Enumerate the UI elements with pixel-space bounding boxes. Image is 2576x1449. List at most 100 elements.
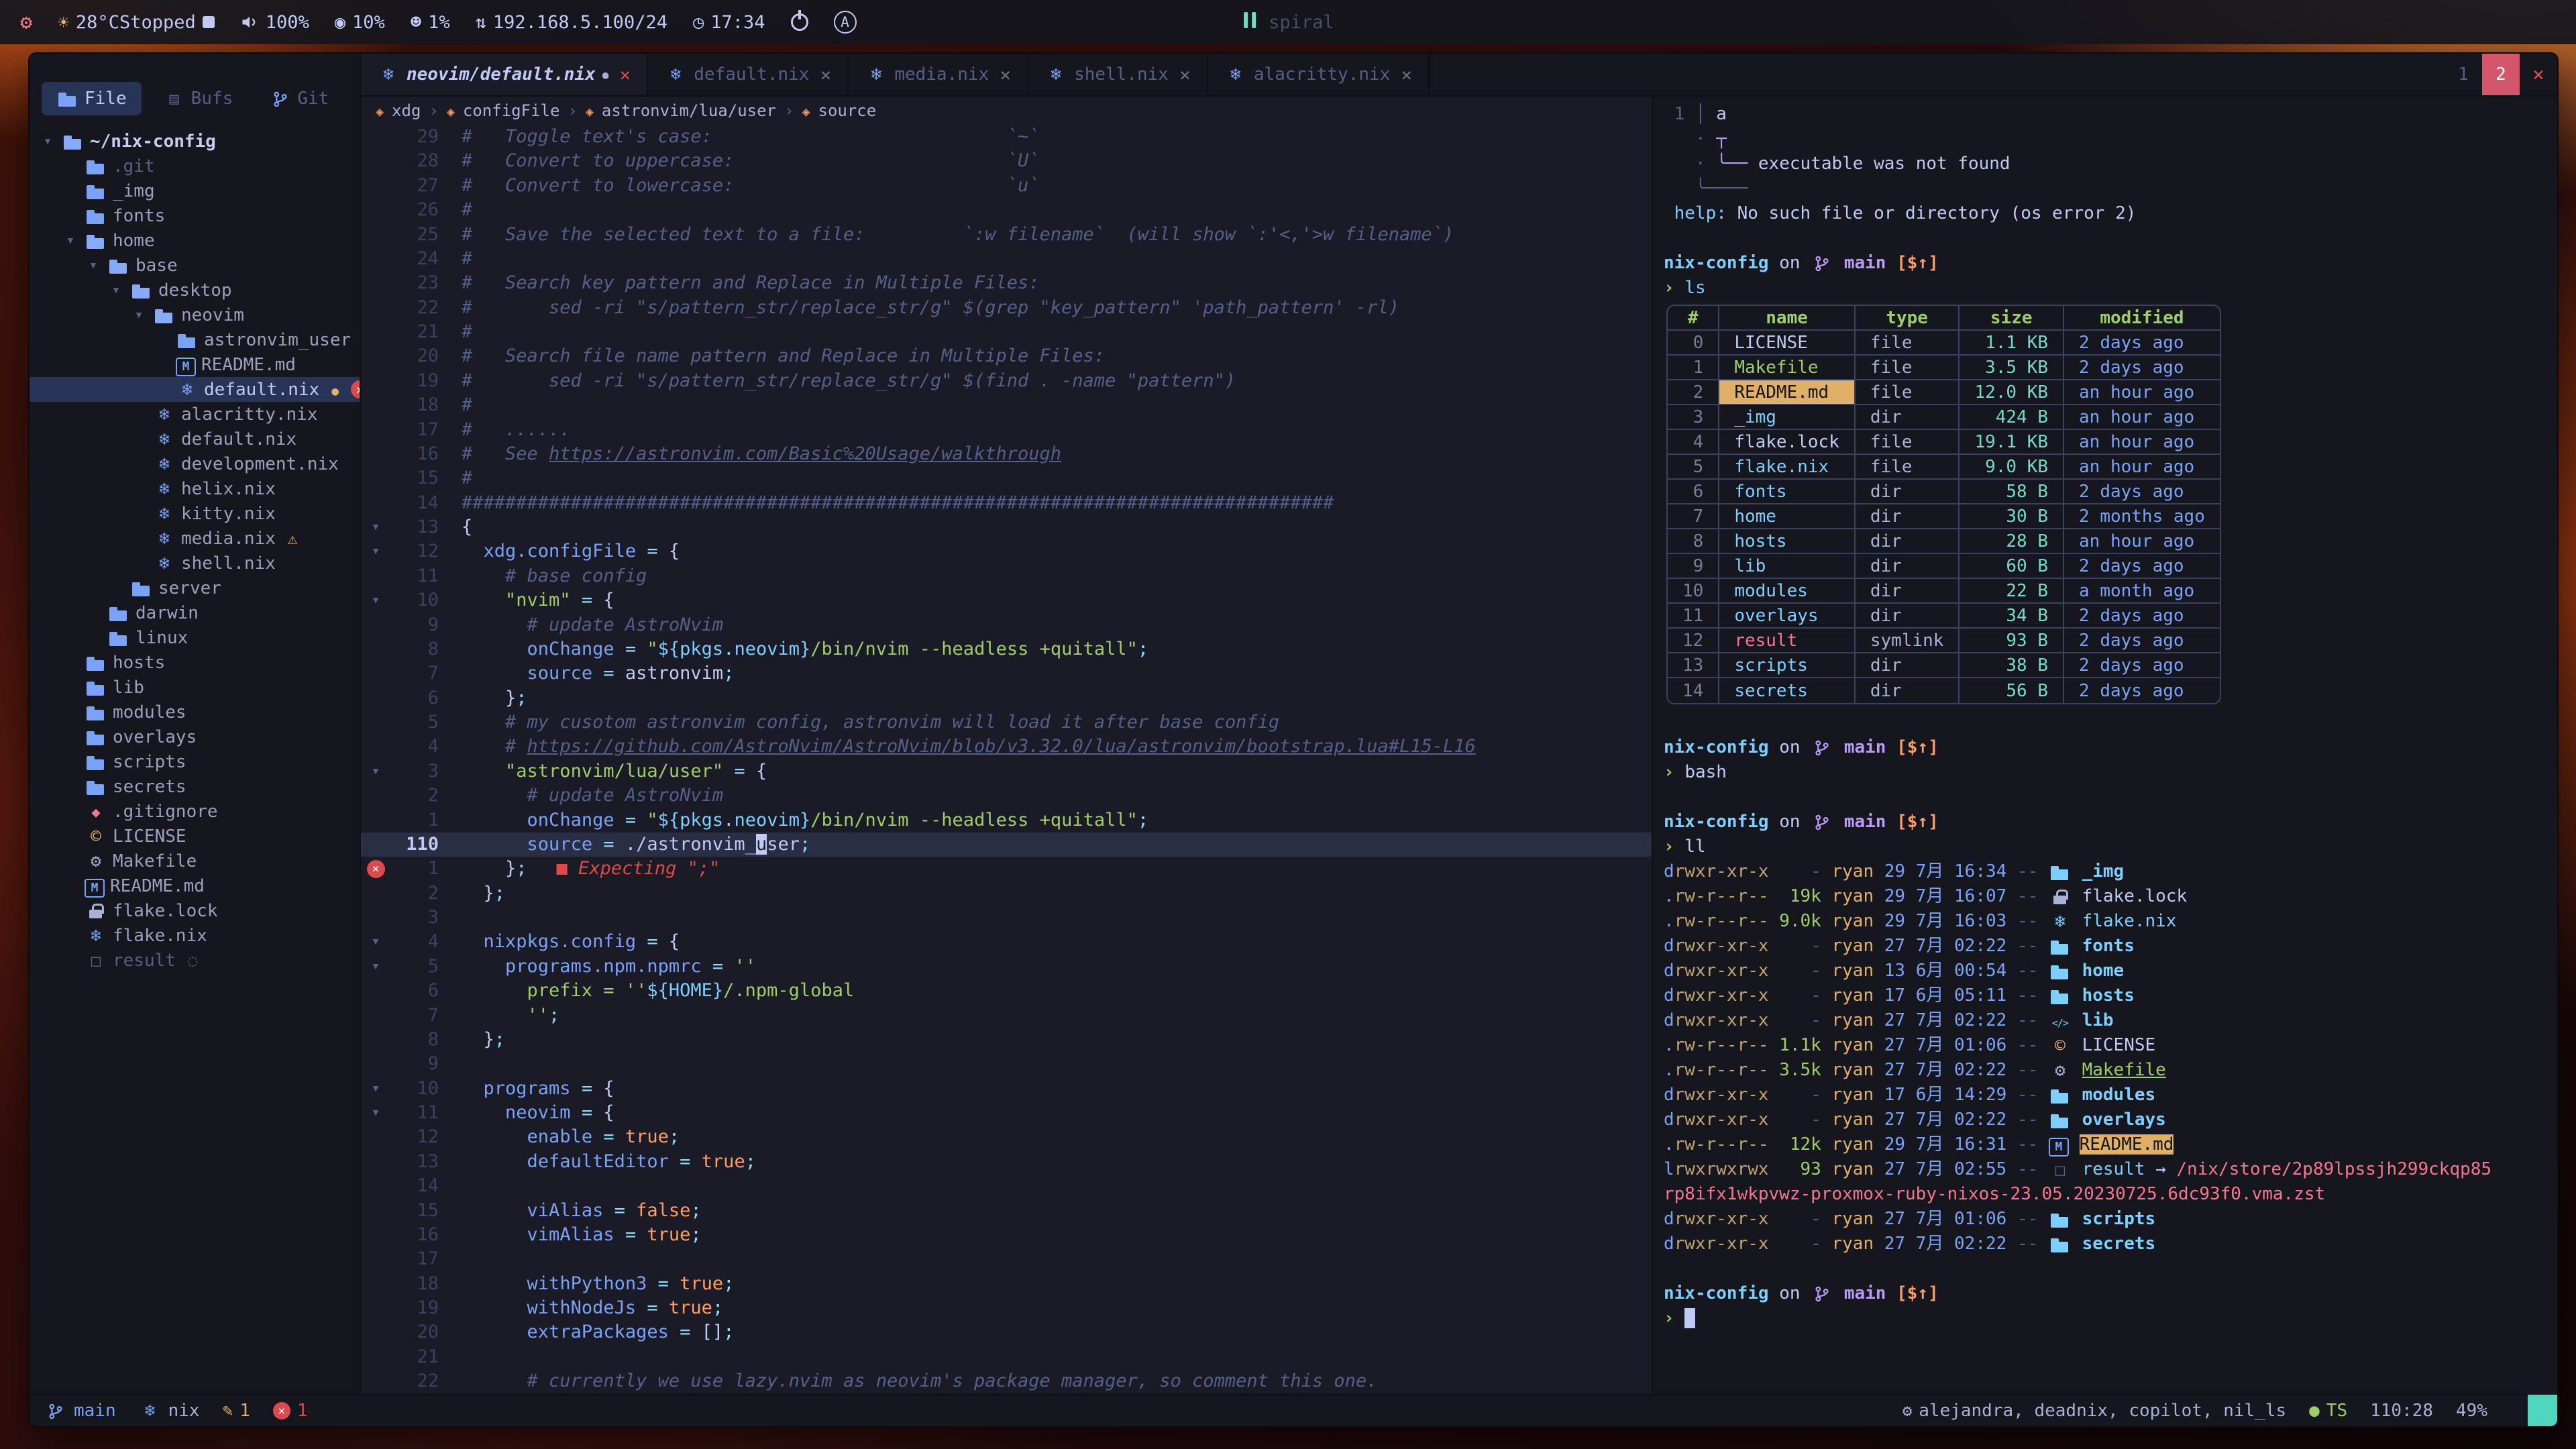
tree-item[interactable]: Makefile bbox=[30, 849, 360, 873]
tree-item[interactable]: lib bbox=[30, 675, 360, 700]
editor-line[interactable]: 18 withPython3 = true; bbox=[361, 1272, 1652, 1296]
editor-line[interactable]: 7 source = astronvim; bbox=[361, 661, 1652, 686]
network-widget[interactable]: ⇅ 192.168.5.100/24 bbox=[476, 12, 667, 33]
media-widget[interactable]: spiral bbox=[1242, 12, 1334, 33]
editor-line[interactable]: 13 defaultEditor = true; bbox=[361, 1150, 1652, 1174]
editor-line[interactable]: 10 "nvim" = { bbox=[361, 588, 1652, 612]
tree-item[interactable]: secrets bbox=[30, 774, 360, 799]
editor-line[interactable]: 22 # currently we use lazy.nvim as neovi… bbox=[361, 1369, 1652, 1393]
editor-line[interactable]: 5 # my cusotom astronvim config, astronv… bbox=[361, 710, 1652, 735]
close-icon[interactable] bbox=[2520, 54, 2557, 95]
editor-tab[interactable]: shell.nix bbox=[1028, 54, 1208, 95]
editor-line[interactable]: 4 # https://github.com/AstroNvim/AstroNv… bbox=[361, 735, 1652, 759]
usage-widget[interactable]: ☻ 1% bbox=[411, 12, 450, 33]
tree-item[interactable]: media.nix bbox=[30, 526, 360, 551]
tree-item[interactable]: .git bbox=[30, 154, 360, 178]
editor-line[interactable]: 10 programs = { bbox=[361, 1077, 1652, 1101]
editor-line[interactable]: 28# Convert to uppercase: `U` bbox=[361, 149, 1652, 173]
tree-item[interactable]: _img bbox=[30, 178, 360, 203]
tree-item[interactable]: helix.nix bbox=[30, 476, 360, 501]
tree-item[interactable]: ▾desktop bbox=[30, 278, 360, 303]
editor-line[interactable]: 23# Search key pattern and Replace in Mu… bbox=[361, 271, 1652, 295]
recording-status[interactable]: Stopped bbox=[119, 12, 215, 33]
tree-item[interactable]: README.md bbox=[30, 352, 360, 377]
power-icon[interactable] bbox=[791, 13, 808, 31]
close-icon[interactable] bbox=[1000, 64, 1011, 86]
tree-item[interactable]: ▾~/nix-config bbox=[30, 129, 360, 154]
editor-line[interactable]: 14 bbox=[361, 1174, 1652, 1198]
editor-line[interactable]: 8 onChange = "${pkgs.neovim}/bin/nvim --… bbox=[361, 637, 1652, 661]
editor-line[interactable]: 25# Save the selected text to a file: `:… bbox=[361, 223, 1652, 247]
editor-line[interactable]: 3 "astronvim/lua/user" = { bbox=[361, 759, 1652, 784]
editor-line[interactable]: 7 ''; bbox=[361, 1004, 1652, 1028]
sidebar-tab-file[interactable]: File bbox=[42, 82, 142, 115]
editor-line[interactable]: 11 # base config bbox=[361, 564, 1652, 588]
editor-line[interactable]: 26# bbox=[361, 198, 1652, 222]
tree-item[interactable]: ▾base bbox=[30, 253, 360, 278]
editor-line[interactable]: 21# bbox=[361, 320, 1652, 344]
editor-line[interactable]: 1 onChange = "${pkgs.neovim}/bin/nvim --… bbox=[361, 808, 1652, 833]
tree-item[interactable]: default.nix bbox=[30, 427, 360, 451]
editor-line[interactable]: 17# ...... bbox=[361, 418, 1652, 442]
editor-line[interactable]: 15# bbox=[361, 466, 1652, 490]
editor-line[interactable]: 14######################################… bbox=[361, 491, 1652, 515]
tree-item[interactable]: LICENSE bbox=[30, 824, 360, 849]
tree-item[interactable]: astronvim_user bbox=[30, 327, 360, 352]
keyboard-layout-indicator[interactable]: A bbox=[834, 11, 857, 34]
close-icon[interactable] bbox=[820, 64, 831, 86]
terminal-panel[interactable]: 1 │ a · ┬ · ╰── executable was not found… bbox=[1652, 97, 2557, 1394]
editor-line[interactable]: 18# bbox=[361, 393, 1652, 417]
editor-line[interactable]: 20# Search file name pattern and Replace… bbox=[361, 344, 1652, 368]
tree-item[interactable]: result bbox=[30, 948, 360, 973]
code-editor[interactable]: 29# Toggle text's case: `~`28# Convert t… bbox=[361, 125, 1652, 1394]
editor-line[interactable]: 17 bbox=[361, 1247, 1652, 1271]
editor-line[interactable]: 20 extraPackages = []; bbox=[361, 1320, 1652, 1344]
tree-item[interactable]: ▾home bbox=[30, 228, 360, 253]
editor-line[interactable]: 19# sed -ri "s/pattern_str/replace_str/g… bbox=[361, 369, 1652, 393]
editor-line[interactable]: 11 neovim = { bbox=[361, 1101, 1652, 1125]
editor-line[interactable]: 9 bbox=[361, 1052, 1652, 1076]
editor-line[interactable]: 19 withNodeJs = true; bbox=[361, 1296, 1652, 1320]
editor-line[interactable]: 21 bbox=[361, 1345, 1652, 1369]
breadcrumb-item[interactable]: xdg bbox=[392, 101, 421, 120]
editor-line[interactable]: 4 nixpkgs.config = { bbox=[361, 930, 1652, 954]
editor-line[interactable]: 29# Toggle text's case: `~` bbox=[361, 125, 1652, 149]
tree-item[interactable]: linux bbox=[30, 625, 360, 650]
clock-widget[interactable]: ◷ 17:34 bbox=[693, 12, 765, 33]
tree-item[interactable]: README.md bbox=[30, 873, 360, 898]
editor-line[interactable]: 2 }; bbox=[361, 881, 1652, 906]
sidebar-tab-bufs[interactable]: Bufs bbox=[148, 82, 248, 115]
editor-tab[interactable]: alacritty.nix bbox=[1208, 54, 1430, 95]
close-icon[interactable] bbox=[619, 64, 631, 86]
weather-widget[interactable]: ☀ 28°C bbox=[58, 11, 119, 34]
tree-item[interactable]: server bbox=[30, 576, 360, 600]
tree-item[interactable]: alacritty.nix bbox=[30, 402, 360, 427]
editor-line[interactable]: 15 viAlias = false; bbox=[361, 1199, 1652, 1223]
editor-line[interactable]: 6 }; bbox=[361, 686, 1652, 710]
editor-line[interactable]: 5 programs.npm.npmrc = '' bbox=[361, 955, 1652, 979]
tree-item[interactable]: shell.nix bbox=[30, 551, 360, 576]
tree-item[interactable]: hosts bbox=[30, 650, 360, 675]
editor-tab[interactable]: media.nix bbox=[849, 54, 1028, 95]
tree-item[interactable]: ▾neovim bbox=[30, 303, 360, 327]
tabpage-1[interactable]: 1 bbox=[2445, 54, 2482, 95]
editor-line[interactable]: 1 };■ Expecting ";" bbox=[361, 857, 1652, 881]
editor-tab[interactable]: neovim/default.nix● bbox=[361, 54, 648, 95]
breadcrumb-item[interactable]: source bbox=[818, 101, 877, 120]
editor-line[interactable]: 24# bbox=[361, 247, 1652, 271]
breadcrumb-item[interactable]: astronvim/lua/user bbox=[602, 101, 776, 120]
tree-item[interactable]: kitty.nix bbox=[30, 501, 360, 526]
tree-item[interactable]: darwin bbox=[30, 600, 360, 625]
breadcrumb-item[interactable]: configFile bbox=[463, 101, 560, 120]
editor-line[interactable]: 13{ bbox=[361, 515, 1652, 539]
tree-item[interactable]: .gitignore bbox=[30, 799, 360, 824]
tree-item[interactable]: overlays bbox=[30, 724, 360, 749]
editor-line[interactable]: 27# Convert to lowercase: `u` bbox=[361, 174, 1652, 198]
tree-item[interactable]: fonts bbox=[30, 203, 360, 228]
tree-item[interactable]: scripts bbox=[30, 749, 360, 774]
gear-icon[interactable]: ⚙ bbox=[20, 11, 32, 34]
editor-line[interactable]: 110 source = ./astronvim_user; bbox=[361, 833, 1652, 857]
editor-line[interactable]: 12 xdg.configFile = { bbox=[361, 539, 1652, 564]
editor-line[interactable]: 3 bbox=[361, 906, 1652, 930]
editor-tab[interactable]: default.nix bbox=[648, 54, 849, 95]
